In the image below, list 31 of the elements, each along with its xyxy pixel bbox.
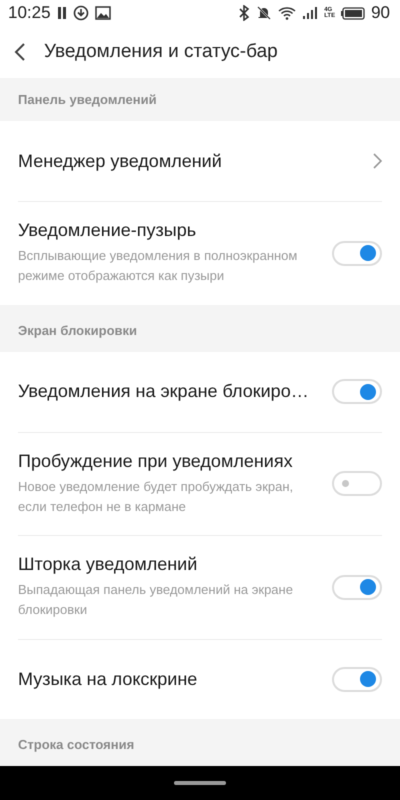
chevron-right-icon[interactable] [373,153,382,169]
setting-title[interactable]: Пробуждение при уведомлениях [18,450,320,472]
download-icon [72,5,89,21]
back-icon[interactable] [14,42,26,62]
battery-level: 90 [371,3,390,23]
toggle-switch[interactable] [332,379,382,404]
signal-icon [302,6,318,20]
toggle-switch[interactable] [332,666,382,692]
battery-icon [341,6,366,20]
section-header: Экран блокировки [0,304,400,352]
bell-off-icon [256,5,272,21]
setting-title[interactable]: Шторка уведомлений [18,554,320,575]
bluetooth-icon [238,5,250,21]
setting-description: Выпадающая панель уведомлений на экране блокировки [18,581,294,619]
setting-description: Всплывающие уведомления в полноэкранном режиме отображаются как пузыри [18,247,298,285]
setting-description: Новое уведомление будет пробуждать экран, если телефон не в кармане [18,478,294,516]
setting-title[interactable]: Уведомления на экране блокиро… [18,381,320,402]
clock-time: 10:25 [8,3,51,23]
toggle-switch[interactable] [332,471,382,496]
pause-icon [56,6,67,20]
toggle-switch[interactable] [332,574,382,600]
image-icon [94,6,111,20]
wifi-icon [278,6,296,20]
screen-title: Уведомления и статус-бар [44,41,278,63]
toggle-switch[interactable] [332,240,382,266]
setting-title[interactable]: Музыка на локскрине [18,668,320,690]
section-header: Панель уведомлений [0,78,400,121]
setting-title[interactable]: Уведомление-пузырь [18,220,320,241]
setting-title[interactable]: Менеджер уведомлений [18,150,361,172]
section-header: Строка состояния [0,719,400,766]
home-indicator [174,781,226,785]
